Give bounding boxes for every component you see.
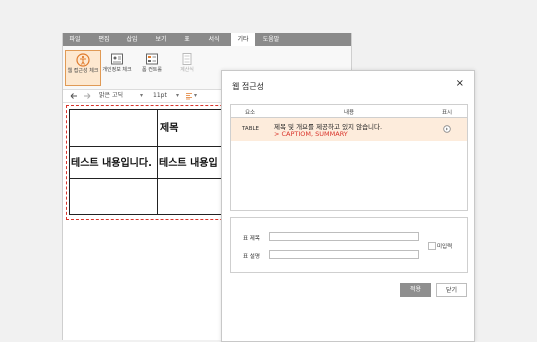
table-description-input[interactable]: [269, 250, 419, 259]
chevron-down-icon: ▾: [139, 92, 143, 99]
table-title-label: 표 제목: [243, 236, 260, 242]
column-element: 요소: [245, 110, 256, 116]
accessibility-dialog: 웹 접근성 × 요소 내용 표시 TABLE 제목 및 개요를 제공하고 있지 …: [221, 70, 475, 342]
results-header: 요소 내용 표시: [231, 105, 467, 118]
results-row[interactable]: TABLE 제목 및 개요를 제공하고 있지 않습니다. > CAPTIOM, …: [231, 118, 467, 141]
chevron-down-icon: ▾: [194, 92, 198, 99]
web-accessibility-check-button[interactable]: 웹 접근성 체크: [65, 50, 101, 86]
table-properties-panel: 표 제목 표 설명 미입력: [230, 217, 468, 273]
form-control-button[interactable]: 폼 컨트롤: [135, 50, 169, 84]
menu-file[interactable]: 파일: [67, 33, 83, 46]
table-cell[interactable]: [69, 178, 158, 215]
font-size-select[interactable]: 11pt ▾: [153, 91, 179, 101]
id-card-icon: [111, 53, 123, 65]
ribbon-label: 개인정보 체크: [102, 67, 132, 73]
close-icon[interactable]: ×: [456, 78, 464, 89]
paragraph-style-button[interactable]: ▾: [185, 91, 201, 101]
not-entered-checkbox[interactable]: [428, 242, 436, 250]
menu-table[interactable]: 표: [181, 33, 193, 46]
row-element: TABLE: [242, 126, 260, 132]
close-button[interactable]: 닫기: [436, 283, 467, 297]
table-cell[interactable]: 테스트 내용입니다.: [69, 146, 158, 179]
menu-view[interactable]: 보기: [152, 33, 170, 46]
font-name-select[interactable]: 맑은 고딕 ▾: [99, 91, 145, 101]
dialog-title: 웹 접근성: [232, 82, 264, 91]
apply-button[interactable]: 적용: [400, 283, 431, 297]
column-display: 표시: [442, 110, 453, 116]
menu-bar: 파일 편집 삽입 보기 표 서식 기타 도움말: [63, 33, 351, 46]
formula-button[interactable]: 계산식: [170, 50, 204, 84]
ribbon-label: 폼 컨트롤: [142, 67, 162, 73]
ribbon-label: 계산식: [180, 67, 194, 73]
redo-icon[interactable]: [83, 91, 92, 101]
font-name-value: 맑은 고딕: [99, 92, 123, 99]
menu-help[interactable]: 도움말: [259, 33, 283, 46]
align-icon: [186, 93, 192, 100]
table-cell[interactable]: [69, 109, 158, 147]
chevron-down-icon: ▾: [175, 92, 179, 99]
menu-format[interactable]: 서식: [206, 33, 222, 46]
not-entered-label: 미입력: [437, 244, 453, 250]
accessibility-icon: [76, 53, 90, 67]
menu-insert[interactable]: 삽입: [123, 33, 141, 46]
row-detail: > CAPTIOM, SUMMARY: [274, 130, 348, 138]
table-description-label: 표 설명: [243, 254, 260, 260]
locate-icon[interactable]: [443, 125, 451, 133]
calculator-icon: [182, 53, 192, 65]
privacy-check-button[interactable]: 개인정보 체크: [100, 50, 134, 84]
table-title-input[interactable]: [269, 232, 419, 241]
menu-edit[interactable]: 편집: [95, 33, 113, 46]
undo-icon[interactable]: [69, 91, 78, 101]
menu-etc[interactable]: 기타: [231, 33, 255, 46]
font-size-value: 11pt: [153, 92, 167, 99]
form-control-icon: [146, 53, 158, 65]
results-panel: 요소 내용 표시 TABLE 제목 및 개요를 제공하고 있지 않습니다. > …: [230, 104, 468, 211]
ribbon-label: 웹 접근성 체크: [67, 68, 99, 74]
column-content: 내용: [344, 110, 355, 116]
